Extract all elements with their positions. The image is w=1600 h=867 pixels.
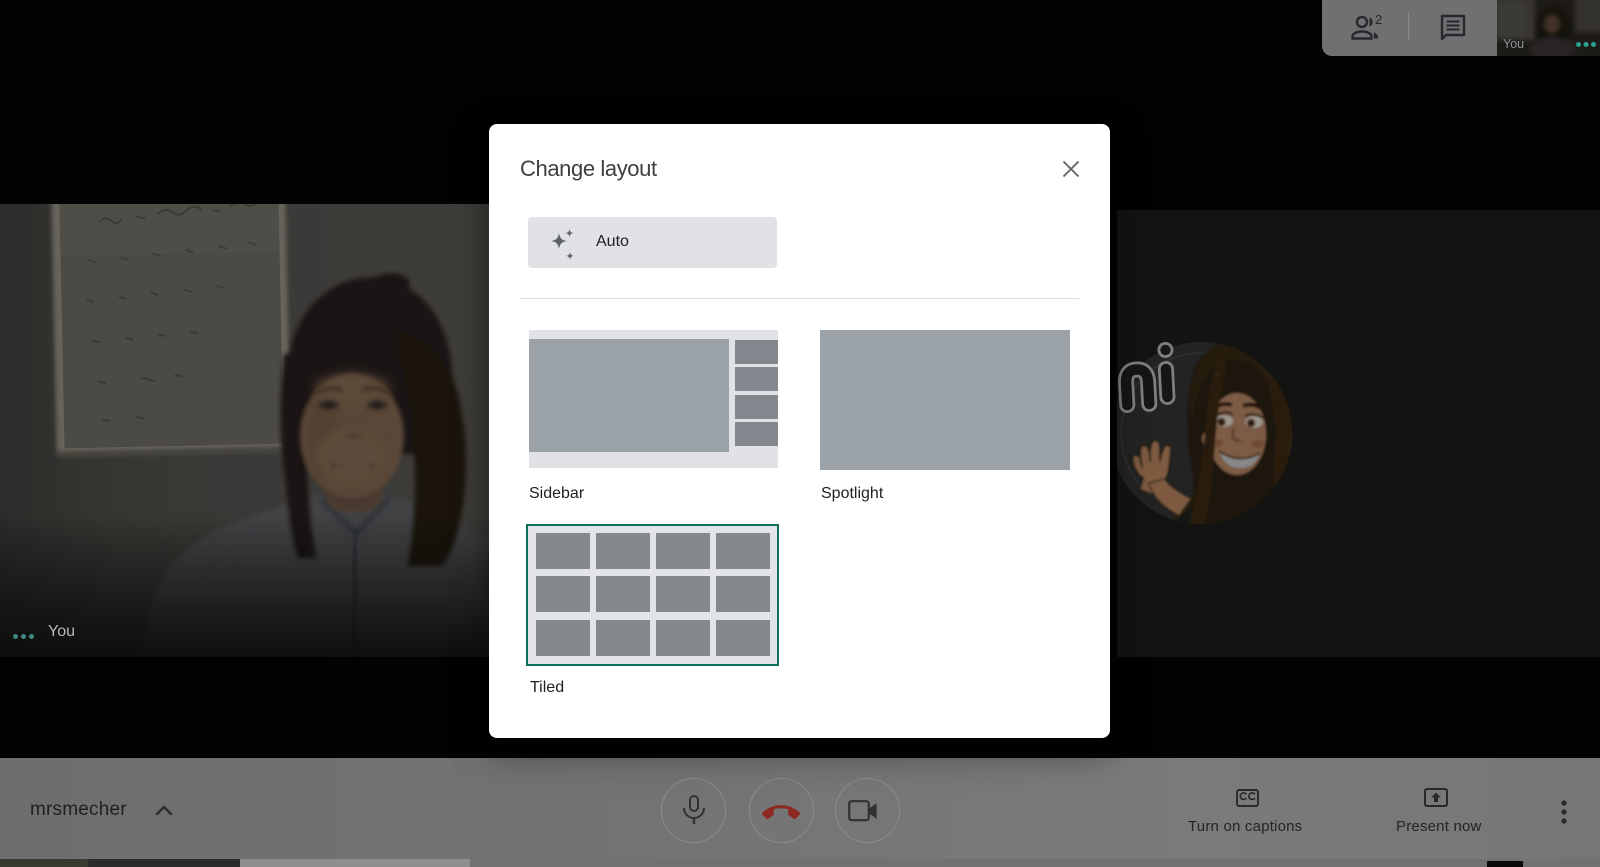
svg-text:2: 2 [1375,13,1382,27]
